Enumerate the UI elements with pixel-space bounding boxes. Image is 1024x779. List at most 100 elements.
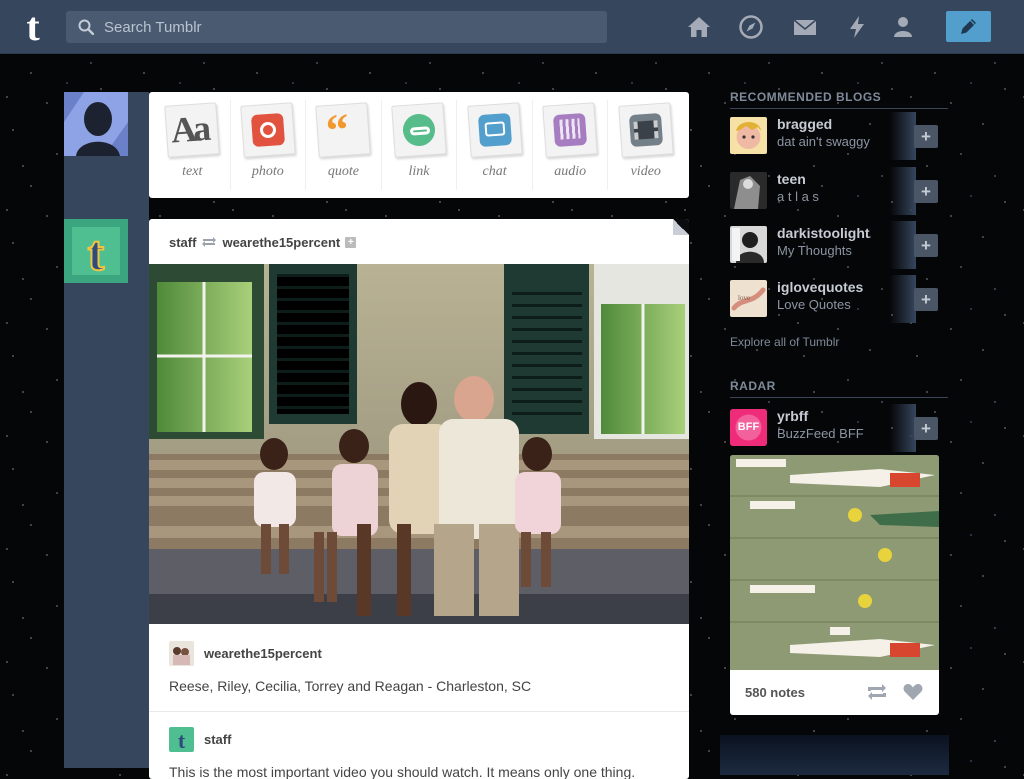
post-type-label: video [630, 164, 661, 179]
post-divider [149, 711, 689, 712]
blog-item-fade [890, 221, 916, 269]
audio-post-icon [542, 102, 598, 158]
photo-post-icon [240, 102, 296, 158]
post-corner-fold [673, 219, 689, 235]
post-type-text-button[interactable]: Aa text [155, 100, 231, 190]
svg-text:t: t [178, 728, 186, 752]
video-post-icon [617, 102, 674, 158]
radar-post-card[interactable]: 580 notes [730, 455, 939, 715]
blog-name: darkistoolight [777, 225, 870, 241]
quote-post-icon: “ [315, 102, 372, 158]
post-type-label: chat [482, 164, 507, 179]
reblog-icon[interactable] [866, 683, 888, 701]
compose-button[interactable] [946, 11, 991, 42]
recommended-blog-item[interactable]: darkistoolight My Thoughts + [730, 221, 940, 269]
post-type-chat-button[interactable]: chat [457, 100, 533, 190]
search-box[interactable] [66, 11, 607, 43]
post-caption: Reese, Riley, Cecilia, Torrey and Reagan… [169, 678, 532, 694]
follow-plus-icon[interactable]: + [914, 180, 938, 203]
user-silhouette-icon [64, 92, 128, 156]
blog-item-fade [890, 275, 916, 323]
blog-avatar-image: love [730, 280, 767, 317]
post-type-photo-button[interactable]: photo [231, 100, 307, 190]
radar-item-fade [890, 404, 916, 452]
post-type-label: quote [327, 164, 359, 179]
explore-tumblr-link[interactable]: Explore all of Tumblr [730, 335, 839, 349]
blog-name: iglovequotes [777, 279, 864, 295]
radar-title: RADAR [730, 379, 948, 398]
blog-item-fade [890, 112, 916, 160]
radar-notes-count[interactable]: 580 notes [745, 685, 805, 700]
svg-text:love: love [738, 294, 750, 302]
follow-plus-icon[interactable]: + [914, 288, 938, 311]
follow-plus-icon[interactable]: + [345, 236, 357, 248]
radar-blog-name: yrbff [777, 408, 809, 424]
recommended-blog-item[interactable]: teen a t l a s + [730, 167, 940, 215]
blog-avatar [730, 172, 767, 209]
blog-subtitle: dat ain't swaggy [777, 134, 870, 149]
search-icon [78, 19, 94, 35]
next-post-author-row: t staff [169, 727, 231, 752]
blog-name: bragged [777, 116, 833, 132]
blog-avatar-image [730, 117, 767, 154]
post-type-label: link [408, 164, 430, 179]
activity-icon[interactable] [844, 14, 870, 40]
next-post-author-name[interactable]: staff [204, 732, 231, 747]
post-type-link-button[interactable]: link [382, 100, 458, 190]
family-photo [149, 264, 689, 624]
next-post-text: This is the most important video you sho… [169, 764, 636, 779]
next-post-author-avatar[interactable]: t [169, 727, 194, 752]
post-card: staff wearethe15percent + wearethe15perc… [149, 219, 689, 779]
heart-icon[interactable] [903, 683, 923, 701]
tumblr-logo[interactable]: t [16, 6, 50, 48]
radar-blog-subtitle: BuzzFeed BFF [777, 426, 864, 441]
radar-blog-avatar: BFF [730, 409, 767, 446]
reblog-icon [202, 237, 217, 247]
follow-plus-icon[interactable]: + [914, 234, 938, 257]
explore-icon[interactable] [738, 14, 764, 40]
top-navigation-bar: t [0, 0, 1024, 54]
caption-author-avatar-image [169, 641, 194, 666]
tumblr-staff-logo-icon: t [169, 727, 194, 752]
blog-subtitle: a t l a s [777, 189, 819, 204]
post-type-bar: Aa text photo “ quote link chat audio vi… [149, 92, 689, 198]
radar-avatar-text: BFF [737, 421, 760, 433]
search-input[interactable] [104, 11, 599, 43]
sidebar-bottom-panel [720, 735, 949, 775]
recommended-blog-item[interactable]: love iglovequotes Love Quotes + [730, 275, 940, 323]
caption-author-avatar[interactable] [169, 641, 194, 666]
blog-name: teen [777, 171, 806, 187]
inbox-icon[interactable] [792, 14, 818, 40]
link-post-icon [391, 102, 447, 158]
post-type-audio-button[interactable]: audio [533, 100, 609, 190]
text-post-icon: Aa [164, 102, 221, 158]
caption-author-row: wearethe15percent [169, 641, 322, 666]
caption-author-name[interactable]: wearethe15percent [204, 646, 322, 661]
user-avatar[interactable] [64, 92, 128, 156]
blog-avatar-image [730, 172, 767, 209]
post-type-video-button[interactable]: video [608, 100, 683, 190]
blog-subtitle: My Thoughts [777, 243, 852, 258]
post-type-quote-button[interactable]: “ quote [306, 100, 382, 190]
tumblr-staff-logo-icon: t [64, 219, 128, 283]
post-type-label: audio [554, 164, 587, 179]
recommended-blogs-title: RECOMMENDED BLOGS [730, 90, 948, 109]
chat-post-icon [466, 102, 523, 158]
account-icon[interactable] [890, 14, 916, 40]
post-header: staff wearethe15percent + [169, 234, 357, 250]
reblogger-name[interactable]: staff [169, 235, 196, 250]
staff-avatar[interactable]: t [64, 219, 128, 283]
post-type-label: photo [251, 164, 284, 179]
radar-blog-item[interactable]: BFF yrbff BuzzFeed BFF + [730, 404, 940, 452]
blog-avatar: love [730, 280, 767, 317]
follow-plus-icon[interactable]: + [914, 125, 938, 148]
home-icon[interactable] [686, 14, 712, 40]
blog-avatar [730, 117, 767, 154]
recommended-blog-item[interactable]: bragged dat ain't swaggy + [730, 112, 940, 160]
post-photo[interactable] [149, 264, 689, 624]
blog-avatar-image [730, 226, 767, 263]
follow-plus-icon[interactable]: + [914, 417, 938, 440]
source-blog-name[interactable]: wearethe15percent [222, 235, 340, 250]
pencil-icon [961, 19, 976, 34]
dashboard-rail [64, 92, 149, 768]
